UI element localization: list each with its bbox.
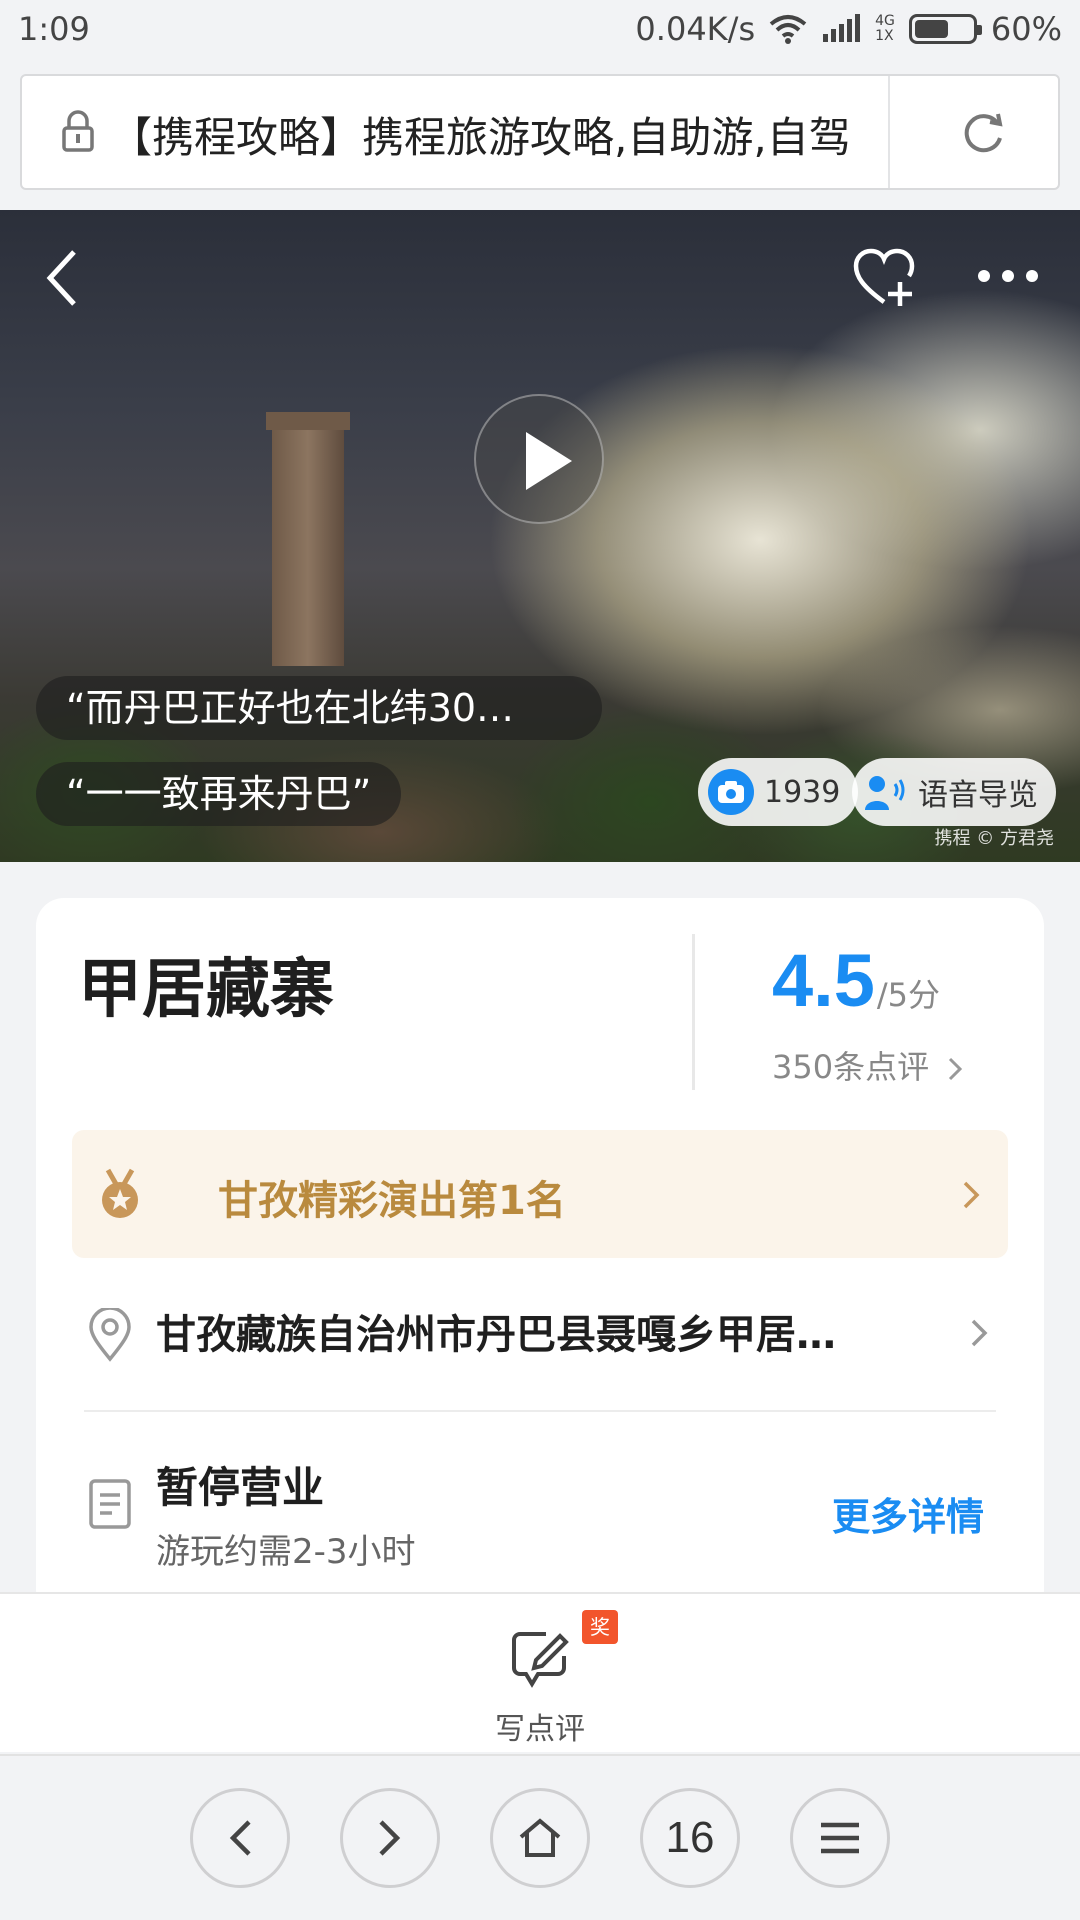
lock-icon — [62, 110, 94, 152]
visit-duration: 游玩约需2-3小时 — [156, 1532, 416, 1572]
edit-review-icon[interactable] — [510, 1628, 572, 1690]
document-icon — [89, 1479, 131, 1529]
wifi-icon — [769, 15, 807, 44]
network-type: 4G 1X — [875, 14, 895, 44]
hero-trees-image — [0, 632, 1080, 862]
status-bar: 1:09 0.04K/s 4G 1X 60% — [0, 0, 1080, 64]
ranking-text: 甘孜精彩演出第1名 — [218, 1178, 566, 1224]
poi-name: 甲居藏寨 — [78, 953, 334, 1027]
nav-forward-button[interactable] — [340, 1788, 440, 1888]
nav-back-button[interactable] — [190, 1788, 290, 1888]
battery-percent: 60% — [990, 10, 1062, 48]
chevron-right-icon — [379, 1820, 401, 1856]
tab-count: 16 — [665, 1813, 715, 1862]
back-arrow-icon[interactable] — [44, 248, 80, 308]
nav-home-button[interactable] — [490, 1788, 590, 1888]
photo-credit: 携程 © 方君尧 — [934, 828, 1054, 849]
open-status: 暂停营业 — [156, 1463, 325, 1512]
card-divider — [84, 1410, 996, 1412]
location-pin-icon — [89, 1308, 131, 1362]
chevron-right-icon[interactable] — [970, 1318, 988, 1348]
review-count-link[interactable]: 350条点评 — [772, 1042, 963, 1088]
review-count: 350条点评 — [772, 1048, 930, 1086]
rating: 4.5 /5分 — [772, 938, 940, 1023]
network-type-top: 4G — [875, 13, 895, 29]
rating-max: /5分 — [876, 976, 941, 1014]
photo-count: 1939 — [764, 774, 841, 810]
url-divider — [888, 76, 890, 188]
chevron-right-icon — [949, 1057, 963, 1081]
network-type-bottom: 1X — [875, 28, 894, 44]
poi-info-card: 甲居藏寨 4.5 /5分 350条点评 甘孜精彩演出第1名 甘孜藏族自治州市丹巴… — [36, 898, 1044, 1618]
hero-media[interactable]: “而丹巴正好也在北纬30… “一一致再来丹巴” 1939 语音导览 携程 © 方… — [0, 210, 1080, 862]
write-review-bar[interactable]: 奖 写点评 — [0, 1592, 1080, 1752]
favorite-add-icon[interactable] — [852, 248, 916, 308]
write-review-label[interactable]: 写点评 — [0, 1704, 1080, 1748]
status-time: 1:09 — [18, 10, 90, 48]
battery-fill — [914, 20, 949, 38]
chevron-right-icon — [963, 1181, 980, 1209]
photo-count-button[interactable]: 1939 — [698, 758, 859, 826]
award-badge: 奖 — [582, 1610, 618, 1644]
audio-guide-button[interactable]: 语音导览 — [852, 758, 1056, 826]
hero-quote-2[interactable]: “一一致再来丹巴” — [36, 762, 402, 826]
home-icon — [519, 1818, 561, 1857]
ranking-banner[interactable]: 甘孜精彩演出第1名 — [72, 1130, 1008, 1258]
address-bar[interactable]: 【携程攻略】携程旅游攻略,自助游,自驾 — [20, 74, 1060, 190]
net-speed: 0.04K/s — [635, 10, 756, 48]
nav-menu-button[interactable] — [790, 1788, 890, 1888]
audio-guide-icon — [862, 769, 908, 815]
refresh-icon[interactable] — [960, 110, 1006, 156]
status-indicators: 0.04K/s 4G 1X 60% — [635, 10, 1062, 48]
menu-icon — [821, 1822, 859, 1854]
battery-icon — [908, 14, 982, 44]
url-title[interactable]: 【携程攻略】携程旅游攻略,自助游,自驾 — [110, 104, 874, 165]
medal-icon — [102, 1168, 138, 1218]
address[interactable]: 甘孜藏族自治州市丹巴县聂嘎乡甲居… — [156, 1302, 916, 1360]
signal-icon — [823, 14, 861, 42]
nav-tabs-button[interactable]: 16 — [640, 1788, 740, 1888]
more-details-link[interactable]: 更多详情 — [832, 1486, 984, 1541]
camera-icon — [708, 769, 754, 815]
rating-score: 4.5 — [772, 939, 875, 1022]
more-icon[interactable] — [978, 270, 1038, 282]
audio-guide-label: 语音导览 — [918, 778, 1038, 813]
hero-quote-1[interactable]: “而丹巴正好也在北纬30… — [36, 676, 602, 740]
card-divider-vertical — [692, 934, 695, 1090]
browser-nav-bar: 16 — [0, 1754, 1080, 1920]
chevron-left-icon — [229, 1820, 251, 1856]
play-icon[interactable] — [474, 394, 604, 524]
hero-tower-image — [266, 412, 350, 666]
